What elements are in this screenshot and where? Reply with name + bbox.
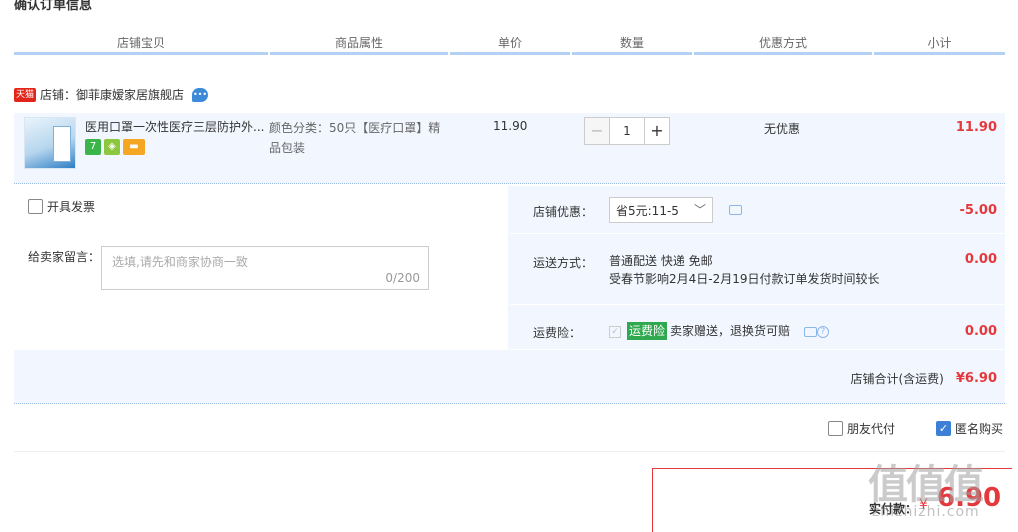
col-underline <box>572 52 692 55</box>
shop-row: 天猫 店铺：御菲康嫒家居旗舰店 ••• <box>14 86 209 103</box>
guarantee-icon[interactable]: ◈ <box>104 139 120 155</box>
help-icon[interactable]: ? <box>816 325 829 338</box>
unit-price: 11.90 <box>493 119 528 133</box>
anonymous-option[interactable]: ✓ 匿名购买 <box>936 420 1003 437</box>
card-icon[interactable]: ▬ <box>123 139 145 155</box>
order-extras: 开具发票 给卖家留言： 选填,请先和商家协商一致 0/200 店铺优惠： 省5元… <box>14 186 1005 404</box>
shipping-amount: 0.00 <box>964 252 997 267</box>
message-icon[interactable] <box>803 326 817 337</box>
chevron-down-icon: ﹀ <box>693 203 706 217</box>
insurance-amount: 0.00 <box>964 324 997 339</box>
message-icon[interactable] <box>729 205 742 215</box>
coupon-amount: -5.00 <box>959 203 997 218</box>
product-thumbnail[interactable] <box>24 117 76 169</box>
col-underline <box>270 52 448 55</box>
extras-left-panel: 开具发票 给卖家留言： 选填,请先和商家协商一致 0/200 <box>14 186 508 350</box>
page-title: 确认订单信息 <box>14 0 93 13</box>
product-title-link[interactable]: 医用口罩一次性医疗三层防护外... <box>85 118 265 135</box>
quantity-minus-button[interactable]: − <box>584 117 610 145</box>
col-underline <box>874 52 1005 55</box>
order-item-row: 医用口罩一次性医疗三层防护外... 7 ◈ ▬ 颜色分类：50只【医疗口罩】精品… <box>14 113 1005 184</box>
watermark-logo: 值值值 <box>868 462 984 508</box>
coupon-select[interactable]: 省5元:11-5 ﹀ <box>609 197 713 223</box>
anonymous-label: 匿名购买 <box>955 422 1004 436</box>
insurance-text: 卖家赠送，退换货可赔 <box>670 324 791 338</box>
tmall-badge: 天猫 <box>14 87 37 102</box>
col-underline <box>450 52 570 55</box>
shop-total-value: ¥6.90 <box>955 371 997 386</box>
insurance-badge: 运费险 <box>627 322 668 340</box>
insurance-label: 运费险： <box>533 326 582 340</box>
friend-pay-checkbox[interactable] <box>828 421 843 436</box>
note-label: 给卖家留言： <box>28 250 101 264</box>
shipping-method: 普通配送 快递 免邮 <box>609 254 713 268</box>
insurance-info: ✓ 运费险 卖家赠送，退换货可赔 ? <box>609 322 829 340</box>
friend-pay-label: 朋友代付 <box>847 422 896 436</box>
quantity-input[interactable]: 1 <box>610 117 644 145</box>
shipping-notice: 受春节影响2月4日-2月19日付款订单发货时间较长 <box>609 272 880 286</box>
shop-total-label: 店铺合计(含运费) <box>850 372 944 386</box>
discount-method: 无优惠 <box>764 122 801 136</box>
invoice-label: 开具发票 <box>47 200 96 214</box>
note-char-count: 0/200 <box>385 271 420 285</box>
coupon-row: 店铺优惠： 省5元:11-5 ﹀ -5.00 <box>510 186 1005 234</box>
anonymous-checkbox[interactable]: ✓ <box>936 421 951 436</box>
7-day-return-icon[interactable]: 7 <box>85 139 101 155</box>
item-subtotal: 11.90 <box>955 120 997 135</box>
col-header-item: 店铺宝贝 <box>116 36 165 50</box>
shipping-label: 运送方式： <box>533 256 594 270</box>
seller-note-input[interactable]: 选填,请先和商家协商一致 0/200 <box>101 246 429 290</box>
col-header-attr: 商品属性 <box>334 36 383 50</box>
watermark-url: zhizhizhi.com <box>872 504 980 520</box>
invoice-option[interactable]: 开具发票 <box>28 198 95 215</box>
col-header-discount: 优惠方式 <box>758 36 807 50</box>
service-icons: 7 ◈ ▬ <box>85 139 145 155</box>
product-box-graphic <box>53 126 71 162</box>
note-placeholder: 选填,请先和商家协商一致 <box>112 255 248 269</box>
col-header-subtotal: 小计 <box>927 36 952 50</box>
col-underline <box>694 52 872 55</box>
friend-pay-option[interactable]: 朋友代付 <box>828 420 895 437</box>
insurance-checkbox[interactable]: ✓ <box>609 325 621 338</box>
insurance-row: 运费险： ✓ 运费险 卖家赠送，退换货可赔 ? 0.00 <box>510 306 1005 350</box>
product-attributes: 颜色分类：50只【医疗口罩】精品包装 <box>269 121 441 155</box>
invoice-checkbox[interactable] <box>28 199 43 214</box>
col-underline <box>14 52 268 55</box>
quantity-plus-button[interactable]: + <box>644 117 670 145</box>
col-header-qty: 数量 <box>619 36 644 50</box>
shop-total: 店铺合计(含运费) ¥6.90 <box>851 370 998 387</box>
shop-name-link[interactable]: 店铺：御菲康嫒家居旗舰店 <box>40 86 184 103</box>
col-header-price: 单价 <box>497 36 522 50</box>
quantity-stepper: − 1 + <box>584 117 670 145</box>
divider <box>14 451 1005 452</box>
coupon-selected: 省5元:11-5 <box>616 204 679 218</box>
coupon-label: 店铺优惠： <box>533 205 594 219</box>
shipping-row: 运送方式： 普通配送 快递 免邮 受春节影响2月4日-2月19日付款订单发货时间… <box>510 235 1005 305</box>
chat-icon[interactable]: ••• <box>192 87 209 102</box>
